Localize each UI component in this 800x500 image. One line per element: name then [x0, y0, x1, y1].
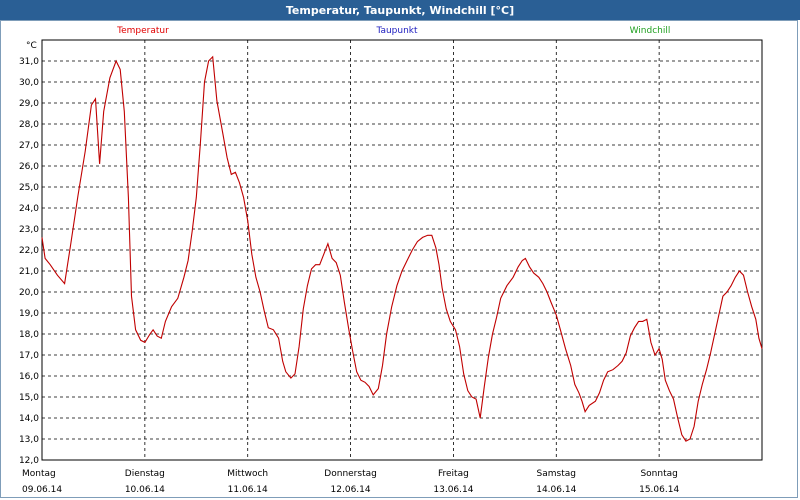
- y-tick-label: 21,0: [19, 267, 39, 277]
- y-tick-label: 26,0: [19, 162, 39, 172]
- x-tick-date: 12.06.14: [331, 485, 371, 495]
- x-tick-weekday: Sonntag: [640, 469, 677, 479]
- y-unit-label: °C: [26, 41, 37, 51]
- y-tick-label: 12,0: [19, 456, 39, 466]
- x-tick-weekday: Dienstag: [125, 469, 165, 479]
- y-tick-label: 27,0: [19, 141, 39, 151]
- temperature-chart: 12,0 13,0 14,0 15,0 16,0 17,0 18,0 19,0 20,0 21,0…: [19, 26, 763, 495]
- x-tick-date: 09.06.14: [22, 485, 62, 495]
- y-tick-label: 17,0: [19, 351, 39, 361]
- legend: Temperatur Taupunkt Windchill: [116, 26, 670, 36]
- y-tick-label: 19,0: [19, 309, 39, 319]
- y-tick-label: 23,0: [19, 225, 39, 235]
- grid-lines: [42, 40, 762, 460]
- y-tick-label: 24,0: [19, 204, 39, 214]
- x-tick-date: 11.06.14: [228, 485, 268, 495]
- y-tick-label: 13,0: [19, 435, 39, 445]
- y-tick-label: 18,0: [19, 330, 39, 340]
- legend-entry: Windchill: [630, 26, 671, 36]
- x-tick-date: 15.06.14: [639, 485, 679, 495]
- legend-entry: Taupunkt: [375, 26, 418, 36]
- x-tick-weekday: Donnerstag: [324, 469, 377, 479]
- x-tick-date: 13.06.14: [433, 485, 473, 495]
- x-tick-date: 10.06.14: [125, 485, 165, 495]
- y-tick-label: 20,0: [19, 288, 39, 298]
- y-tick-label: 22,0: [19, 246, 39, 256]
- y-tick-label: 30,0: [19, 78, 39, 88]
- y-tick-label: 14,0: [19, 414, 39, 424]
- legend-entry: Temperatur: [116, 26, 169, 36]
- y-tick-label: 28,0: [19, 120, 39, 130]
- y-tick-label: 31,0: [19, 57, 39, 67]
- y-tick-labels: 12,0 13,0 14,0 15,0 16,0 17,0 18,0 19,0 20,0 21,0…: [19, 57, 39, 466]
- x-tick-weekday: Freitag: [438, 469, 469, 479]
- x-tick-weekday: Mittwoch: [227, 469, 268, 479]
- x-tick-labels: Montag 09.06.14 Dienstag 10.06.14 Mittwoch 11…: [22, 469, 679, 495]
- y-tick-label: 15,0: [19, 393, 39, 403]
- y-tick-label: 29,0: [19, 99, 39, 109]
- y-tick-label: 25,0: [19, 183, 39, 193]
- x-tick-date: 14.06.14: [536, 485, 576, 495]
- x-tick-weekday: Montag: [22, 469, 56, 479]
- y-tick-label: 16,0: [19, 372, 39, 382]
- x-tick-weekday: Samstag: [537, 469, 576, 479]
